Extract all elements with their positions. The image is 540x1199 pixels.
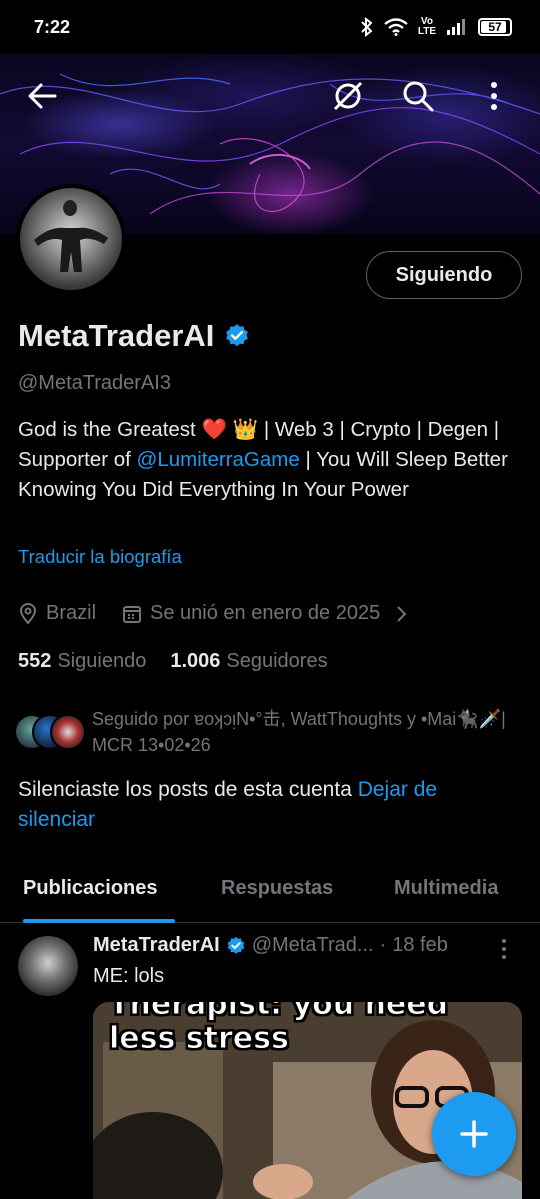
profile-tabs: Publicaciones Respuestas Multimedia [0,855,540,923]
followers-stat[interactable]: 1.006 Seguidores [170,650,327,673]
search-button[interactable] [398,76,438,116]
verified-badge-icon [227,936,245,954]
active-tab-indicator [23,919,175,923]
volte-indicator: Vo LTE [417,16,436,37]
profile-location: Brazil [46,602,97,624]
profile-meta-row: Brazil Se unió en enero de 2025 [18,602,408,625]
battery-icon: 57 [478,18,512,36]
followed-by-row[interactable]: Seguido por ɐoʞɔᴉN•°击, WattThoughts y •M… [14,706,529,758]
status-time: 7:22 [34,16,71,37]
profile-handle: @MetaTraderAI3 [18,372,171,394]
tab-respuestas[interactable]: Respuestas [221,877,333,900]
followed-by-text: Seguido por ɐoʞɔᴉN•°击, WattThoughts y •M… [92,709,506,755]
more-options-button[interactable] [474,76,514,116]
post-more-icon[interactable] [500,938,508,960]
avatar-image [20,188,122,290]
status-icons: Vo LTE 57 [360,17,512,37]
battery-level: 57 [488,20,502,34]
compose-plus-icon [460,1120,488,1148]
search-icon [403,81,434,112]
chevron-right-icon[interactable] [394,604,408,624]
follow-stats: 552 Siguiendo 1.006 Seguidores [18,650,328,673]
compose-post-button[interactable] [432,1092,516,1176]
tab-multimedia[interactable]: Multimedia [394,877,498,900]
profile-bio: God is the Greatest ❤️ 👑 | Web 3 | Crypt… [18,415,528,505]
post-text: ME: lols [93,965,165,987]
back-button[interactable] [22,76,62,116]
post-header: MetaTraderAI @MetaTrad... · 18 feb [93,934,523,957]
muted-notice-text: Silenciaste los posts de esta cuenta [18,778,358,801]
tab-publicaciones[interactable]: Publicaciones [23,877,158,900]
followers-count: 1.006 [170,650,221,672]
post-separator: · [379,934,387,956]
followers-label: Seguidores [226,650,328,672]
following-button[interactable]: Siguiendo [366,251,522,299]
avatar-figure [34,200,108,272]
following-label: Siguiendo [57,650,147,672]
followed-by-avatars [14,714,90,754]
bio-mention-link[interactable]: @LumiterraGame [137,448,300,471]
display-name: MetaTraderAI [18,318,215,353]
grok-icon [333,81,363,111]
following-stat[interactable]: 552 Siguiendo [18,650,146,673]
location-pin-icon [19,602,37,625]
name-row: MetaTraderAI [18,318,250,354]
verified-badge-icon[interactable] [224,323,250,349]
profile-joined-date: Se unió en enero de 2025 [150,602,381,624]
status-bar: 7:22 Vo LTE 57 [0,0,540,54]
follower-avatar [50,714,86,750]
back-arrow-icon [28,83,57,109]
calendar-icon [123,605,142,623]
wifi-icon [384,18,408,36]
meme-caption: Therapist: you need less stress [109,1002,449,1056]
grok-button[interactable] [328,76,368,116]
post-author-handle: @MetaTrad... [251,934,374,956]
post-author-name: MetaTraderAI [93,934,220,956]
translate-bio-link[interactable]: Traducir la biografía [18,546,182,568]
post-avatar[interactable] [18,936,78,996]
more-vertical-icon [491,82,497,110]
signal-icon [447,19,465,35]
muted-notice: Silenciaste los posts de esta cuenta Dej… [18,775,518,835]
following-count: 552 [18,650,52,672]
bluetooth-icon [361,17,373,37]
profile-avatar[interactable] [16,184,126,294]
post-date: 18 feb [392,934,448,956]
